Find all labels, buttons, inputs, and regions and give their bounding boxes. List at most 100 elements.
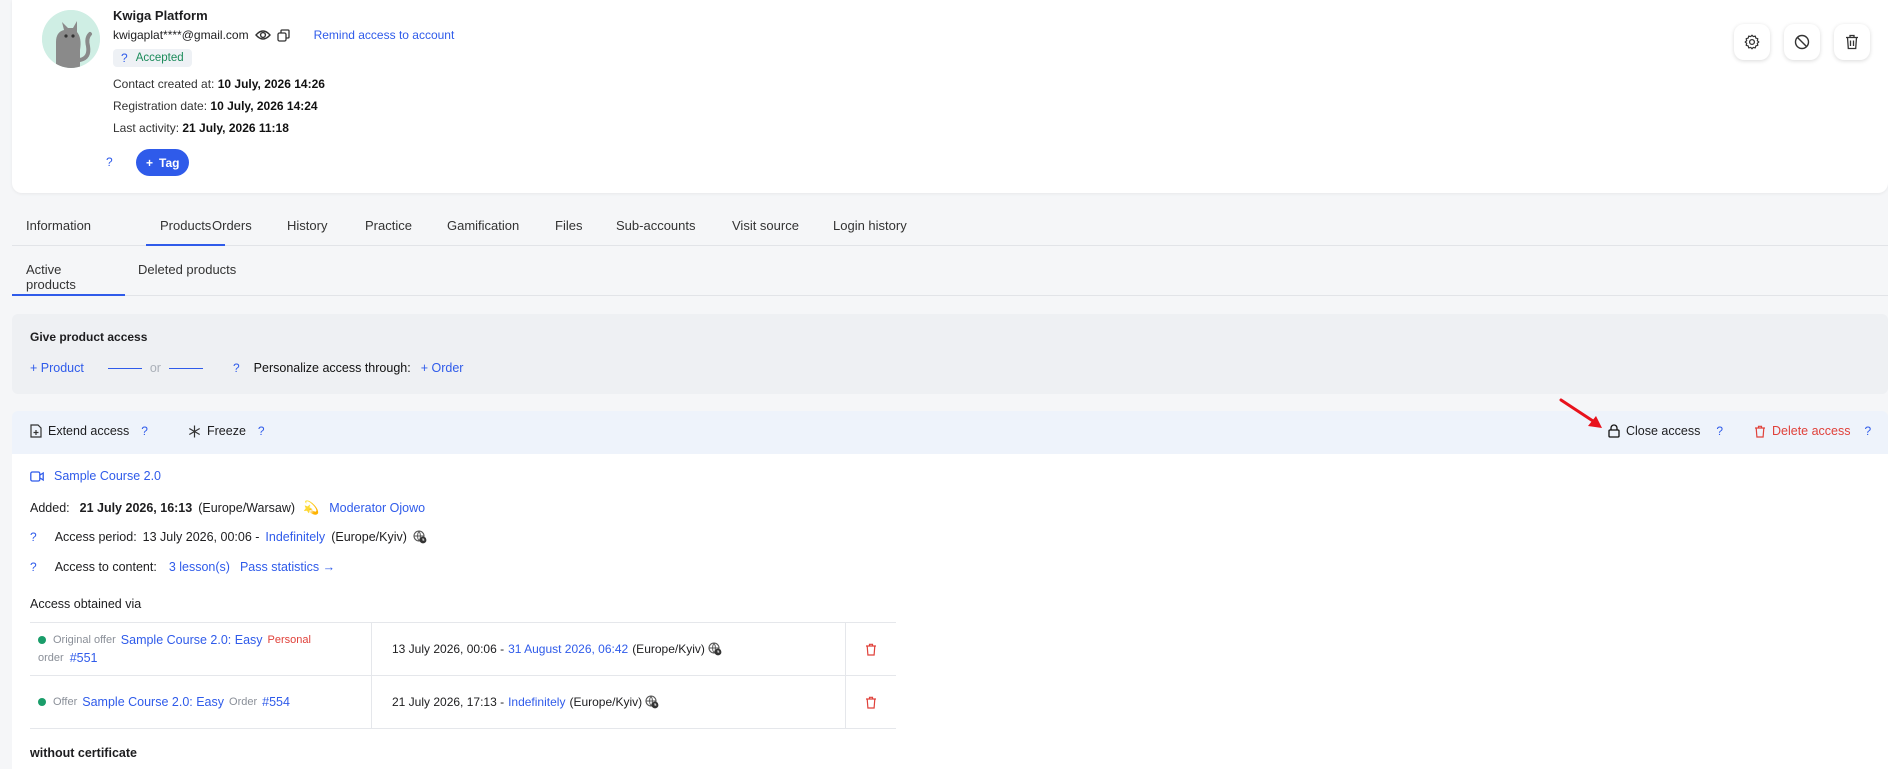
delete-row-button[interactable] xyxy=(846,676,896,728)
timezone-clock-icon[interactable] xyxy=(413,530,427,544)
contact-created-value: 10 July, 2026 14:26 xyxy=(217,77,325,91)
added-row: Added: 21 July 2026, 16:13 (Europe/Warsa… xyxy=(30,500,425,516)
tab-files[interactable]: Files xyxy=(541,210,596,246)
order-label: order xyxy=(38,652,64,664)
main-tabs: Information Products Orders History Prac… xyxy=(12,210,1888,246)
offer-link[interactable]: Sample Course 2.0: Easy xyxy=(121,633,263,647)
access-period-label: Access period: xyxy=(54,530,137,544)
give-access-row: + Product or ? Personalize access throug… xyxy=(30,361,463,375)
personalize-help-icon[interactable]: ? xyxy=(233,361,240,375)
access-period-row: ? Access period: 13 July 2026, 00:06 - I… xyxy=(30,530,427,544)
delete-row-button[interactable] xyxy=(846,623,896,675)
period-end-link[interactable]: 31 August 2026, 06:42 xyxy=(508,642,628,656)
close-access-help-icon[interactable]: ? xyxy=(1716,424,1723,438)
period-end-link[interactable]: Indefinitely xyxy=(508,695,565,709)
order-link[interactable]: #554 xyxy=(262,695,290,709)
divider-line xyxy=(107,367,142,369)
last-activity-value: 21 July, 2026 11:18 xyxy=(182,121,289,135)
contact-name: Kwiga Platform xyxy=(113,8,208,23)
access-period-start: 13 July 2026, 00:06 - xyxy=(142,530,260,544)
freeze-help-icon[interactable]: ? xyxy=(258,424,265,438)
extend-access-button[interactable]: Extend access ? xyxy=(30,424,148,438)
offer-link[interactable]: Sample Course 2.0: Easy xyxy=(82,695,224,709)
access-sources-table: Original offer Sample Course 2.0: Easy P… xyxy=(30,622,896,729)
freeze-button[interactable]: Freeze ? xyxy=(188,424,265,438)
added-value: 21 July 2026, 16:13 xyxy=(79,501,193,515)
tab-active-products[interactable]: Active products xyxy=(12,252,125,296)
product-name-link[interactable]: Sample Course 2.0 xyxy=(54,469,161,483)
offer-type-label: Original offer xyxy=(53,634,116,646)
block-icon xyxy=(1794,34,1810,50)
tab-practice[interactable]: Practice xyxy=(351,210,426,246)
order-link[interactable]: #551 xyxy=(70,651,98,665)
period-cell: 13 July 2026, 00:06 - 31 August 2026, 06… xyxy=(372,623,846,675)
show-email-eye-icon[interactable] xyxy=(254,29,271,41)
access-period-help-icon[interactable]: ? xyxy=(30,530,37,544)
offer-cell: Original offer Sample Course 2.0: Easy P… xyxy=(30,623,372,675)
settings-button[interactable] xyxy=(1734,24,1770,60)
tag-help-icon[interactable]: ? xyxy=(106,155,113,169)
add-order-link[interactable]: + Order xyxy=(421,361,464,375)
trash-icon xyxy=(1755,425,1765,438)
delete-access-label: Delete access xyxy=(1772,424,1851,438)
access-content-label: Access to content: xyxy=(54,560,157,574)
period-start: 13 July 2026, 00:06 - xyxy=(392,642,505,656)
period-cell: 21 July 2026, 17:13 - Indefinitely (Euro… xyxy=(372,676,846,728)
close-access-button[interactable]: Close access ? xyxy=(1608,424,1723,438)
access-period-timezone: (Europe/Kyiv) xyxy=(331,530,407,544)
file-plus-icon xyxy=(30,424,42,438)
active-status-dot xyxy=(38,636,46,644)
contact-created-row: Contact created at: 10 July, 2026 14:26 xyxy=(113,77,325,91)
copy-email-icon[interactable] xyxy=(276,28,290,42)
table-row: Original offer Sample Course 2.0: Easy P… xyxy=(30,623,896,676)
moderator-link[interactable]: Moderator Ojowo xyxy=(329,501,425,515)
tab-information[interactable]: Information xyxy=(12,210,105,246)
give-access-title: Give product access xyxy=(30,330,148,344)
add-tag-label: Tag xyxy=(159,155,180,170)
timezone-clock-icon[interactable] xyxy=(708,642,722,656)
lock-icon xyxy=(1608,424,1620,438)
access-content-help-icon[interactable]: ? xyxy=(30,560,37,574)
add-product-link[interactable]: + Product xyxy=(30,361,84,375)
tab-login-history[interactable]: Login history xyxy=(819,210,921,246)
access-period-end[interactable]: Indefinitely xyxy=(265,530,325,544)
add-tag-button[interactable]: + Tag xyxy=(136,149,190,176)
status-text: Accepted xyxy=(135,52,184,64)
product-title-row: Sample Course 2.0 xyxy=(30,469,161,483)
status-help-icon[interactable]: ? xyxy=(121,51,128,65)
tab-sub-accounts[interactable]: Sub-accounts xyxy=(602,210,710,246)
tab-orders[interactable]: Orders xyxy=(198,210,266,246)
snowflake-icon xyxy=(189,425,200,437)
certificate-status: without certificate xyxy=(30,746,137,760)
period-start: 21 July 2026, 17:13 - xyxy=(392,695,505,709)
period-timezone: (Europe/Kyiv) xyxy=(569,695,643,709)
tab-history[interactable]: History xyxy=(273,210,341,246)
block-button[interactable] xyxy=(1784,24,1820,60)
personalize-label: Personalize access through: xyxy=(253,361,411,375)
tab-gamification[interactable]: Gamification xyxy=(433,210,533,246)
moderator-avatar-icon: 💫 xyxy=(303,500,320,515)
trash-icon xyxy=(866,696,876,709)
annotation-arrow-icon xyxy=(1559,398,1602,428)
last-activity-row: Last activity: 21 July, 2026 11:18 xyxy=(113,121,289,135)
active-status-dot xyxy=(38,698,46,706)
lessons-link[interactable]: 3 lesson(s) xyxy=(169,560,230,574)
registration-value: 10 July, 2026 14:24 xyxy=(210,99,318,113)
offer-cell: Offer Sample Course 2.0: Easy Order #554 xyxy=(30,676,372,728)
or-separator: or xyxy=(149,361,161,375)
remind-access-link[interactable]: Remind access to account xyxy=(314,28,455,42)
tab-visit-source[interactable]: Visit source xyxy=(718,210,813,246)
delete-contact-button[interactable] xyxy=(1834,24,1870,60)
pass-statistics-link[interactable]: Pass statistics → xyxy=(240,560,335,574)
extend-help-icon[interactable]: ? xyxy=(141,424,148,438)
freeze-label: Freeze xyxy=(207,424,246,438)
delete-access-help-icon[interactable]: ? xyxy=(1865,424,1872,438)
contact-email: kwigaplat****@gmail.com xyxy=(113,28,249,42)
table-row: Offer Sample Course 2.0: Easy Order #554… xyxy=(30,676,896,729)
delete-access-button[interactable]: Delete access ? xyxy=(1754,424,1871,438)
tab-deleted-products[interactable]: Deleted products xyxy=(124,252,250,296)
contact-profile-card: Kwiga Platform kwigaplat****@gmail.com R… xyxy=(12,0,1888,193)
trash-icon xyxy=(1846,34,1858,50)
access-obtained-title: Access obtained via xyxy=(30,597,142,611)
timezone-clock-icon[interactable] xyxy=(645,695,659,709)
